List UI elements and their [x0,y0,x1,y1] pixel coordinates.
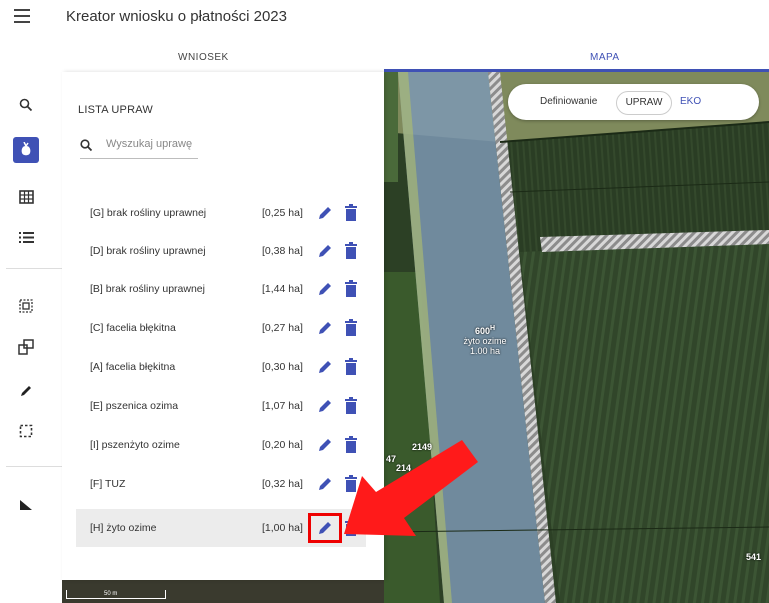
crop-area: [0,20 ha] [262,439,303,451]
pencil-icon [319,439,331,451]
edit-crop-button[interactable] [316,397,334,415]
trash-icon [345,397,357,414]
crop-name: [G] brak rośliny uprawnej [90,207,207,219]
crop-area: [1,00 ha] [262,522,303,534]
delete-crop-button[interactable] [344,242,360,260]
search-icon[interactable] [13,92,39,118]
crop-area: [0,32 ha] [262,478,303,490]
app-title: Kreator wniosku o płatności 2023 [66,8,287,25]
crop-area: [0,30 ha] [262,361,303,373]
parcel-id: 600 [474,326,490,336]
crop-row[interactable]: [I] pszenżyto ozime [0,20 ha] [76,426,366,464]
upraw-toggle-button[interactable]: UPRAW [616,91,672,115]
trash-icon [345,358,357,375]
crop-row[interactable]: [G] brak rośliny uprawnej [0,25 ha] [76,194,366,232]
main-tabs: WNIOSEK MAPA [0,44,769,72]
table-icon[interactable] [13,184,39,210]
map-label-541: 541 [746,552,762,562]
crop-name: [I] pszenżyto ozime [90,439,180,451]
definition-mode-chip: Definiowanie UPRAW EKO [508,84,759,120]
crop-name: [D] brak rośliny uprawnej [90,245,206,257]
panel-title: LISTA UPRAW [78,104,153,116]
parcel-sup: H [489,325,496,332]
measure-icon[interactable] [13,492,39,518]
crop-icon[interactable] [13,137,39,163]
dashed-rectangle-icon[interactable] [13,418,39,444]
edit-crop-button[interactable] [316,280,334,298]
pencil-icon [319,245,331,257]
edit-crop-button[interactable] [316,319,334,337]
crop-area: [1,07 ha] [262,400,303,412]
delete-crop-button[interactable] [344,358,360,376]
crop-search-input[interactable] [104,137,202,151]
crop-row[interactable]: [C] facelia błękitna [0,27 ha] [76,309,366,347]
pencil-icon [319,283,331,295]
pencil-icon [319,361,331,373]
select-area-icon[interactable] [13,293,39,319]
trash-icon [345,319,357,336]
edit-crop-button[interactable] [316,358,334,376]
toolbar-divider-2 [6,466,62,467]
pencil-icon [319,478,331,490]
delete-crop-button[interactable] [344,397,360,415]
crop-row[interactable]: [E] pszenica ozima [1,07 ha] [76,387,366,425]
left-toolbar [0,72,62,603]
hamburger-menu-icon[interactable] [14,9,30,23]
trash-icon [345,204,357,221]
crop-name: [H] żyto ozime [90,522,157,534]
delete-crop-button[interactable] [344,204,360,222]
tab-wniosek[interactable]: WNIOSEK [178,52,229,63]
crop-name: [F] TUZ [90,478,126,490]
trash-icon [345,242,357,259]
crop-name: [B] brak rośliny uprawnej [90,283,205,295]
search-icon [80,139,93,152]
eko-toggle-button[interactable]: EKO [680,96,701,107]
crop-row[interactable]: [D] brak rośliny uprawnej [0,38 ha] [76,232,366,270]
delete-crop-button[interactable] [344,280,360,298]
list-icon[interactable] [13,224,39,250]
edit-crop-button[interactable] [316,436,334,454]
edit-crop-button[interactable] [316,242,334,260]
highlight-box [308,513,342,543]
trash-icon [345,280,357,297]
delete-crop-button[interactable] [344,319,360,337]
crop-name: [E] pszenica ozima [90,400,179,412]
crop-row[interactable]: [F] TUZ [0,32 ha] [76,465,366,503]
crop-row[interactable]: [B] brak rośliny uprawnej [1,44 ha] [76,270,366,308]
parcel-area: 1.00 ha [469,346,501,356]
crops-panel: LISTA UPRAW [G] brak rośliny uprawnej [0,… [62,72,384,580]
pencil-icon[interactable] [13,378,39,404]
app-header: Kreator wniosku o płatności 2023 [0,0,769,34]
edit-crop-button[interactable] [316,475,334,493]
toolbar-divider [6,268,62,269]
edit-crop-button[interactable] [316,204,334,222]
pencil-icon [319,400,331,412]
definition-label: Definiowanie [540,96,598,107]
scale-text: 50 m [104,591,118,597]
red-arrow-annotation [344,440,478,536]
crop-area: [1,44 ha] [262,283,303,295]
crop-name: [A] facelia błękitna [90,361,176,373]
pencil-icon [319,322,331,334]
pencil-icon [319,207,331,219]
copy-shapes-icon[interactable] [13,334,39,360]
crop-area: [0,27 ha] [262,322,303,334]
tab-mapa[interactable]: MAPA [590,52,620,63]
crop-area: [0,25 ha] [262,207,303,219]
parcel-crop: żyto ozime [463,336,507,346]
crop-name: [C] facelia błękitna [90,322,176,334]
crop-area: [0,38 ha] [262,245,303,257]
crop-row[interactable]: [A] facelia błękitna [0,30 ha] [76,348,366,386]
parcel-label: 600H żyto ozime 1.00 ha [455,324,515,356]
search-box [80,134,202,159]
